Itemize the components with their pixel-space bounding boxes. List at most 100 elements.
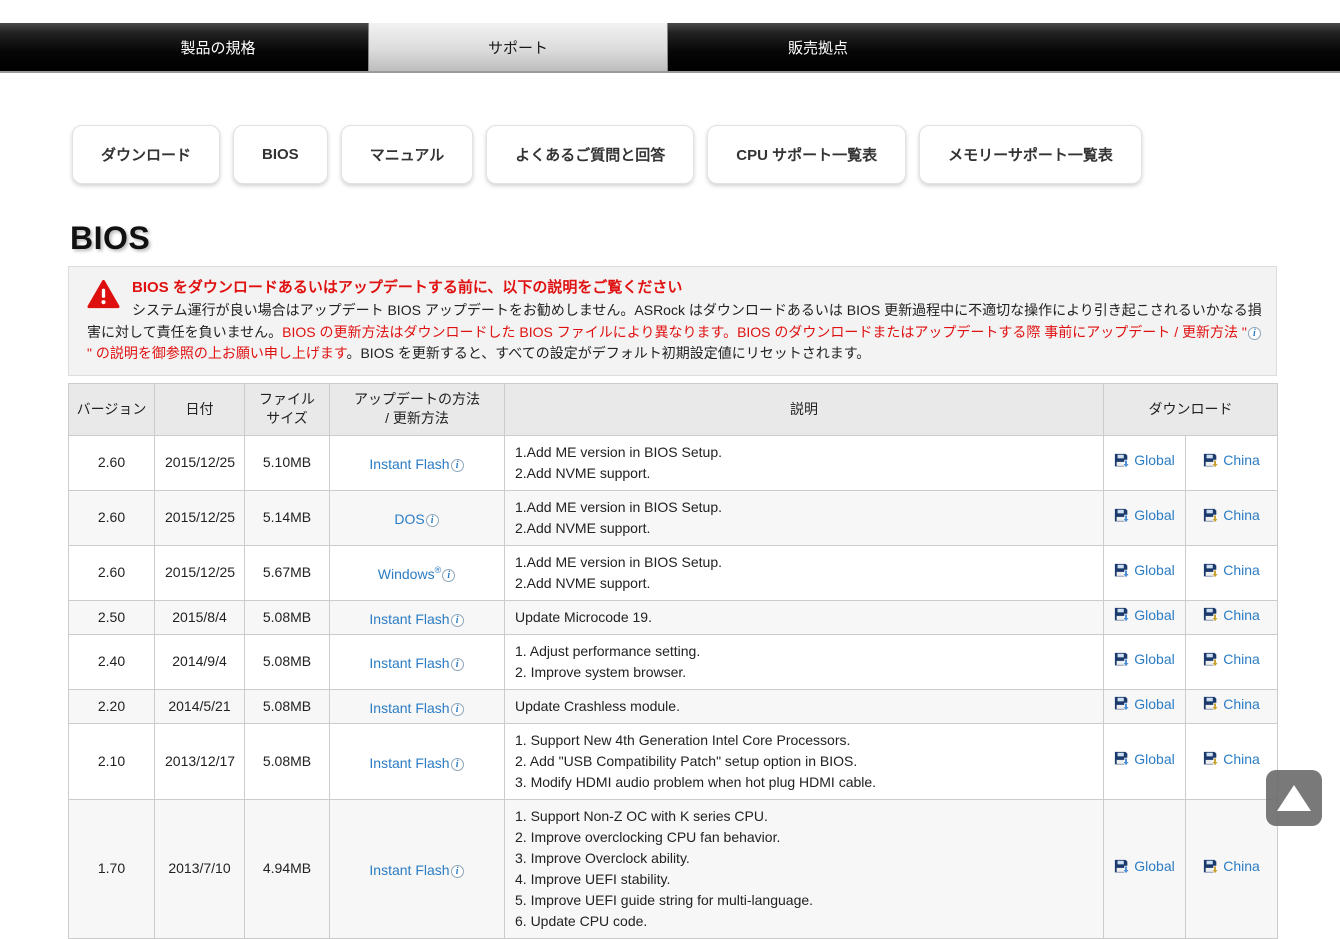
download-china-link[interactable]: China bbox=[1203, 450, 1260, 471]
header-update-method: アップデートの方法 / 更新方法 bbox=[329, 382, 505, 436]
global-download-cell: Global bbox=[1103, 434, 1186, 491]
version-cell: 2.40 bbox=[68, 633, 155, 690]
version-cell: 2.60 bbox=[68, 434, 155, 491]
update-method-link[interactable]: Instant Flash bbox=[369, 700, 449, 716]
info-icon[interactable]: i bbox=[450, 658, 464, 671]
global-link-label: Global bbox=[1134, 695, 1175, 712]
description-cell: 1. Support New 4th Generation Intel Core… bbox=[504, 722, 1104, 800]
china-link-label: China bbox=[1223, 507, 1260, 524]
method-cell: Instant Flash i bbox=[329, 633, 505, 690]
version-cell: 2.10 bbox=[68, 722, 155, 800]
info-icon[interactable]: i bbox=[450, 613, 464, 627]
update-method-link[interactable]: Instant Flash bbox=[369, 611, 449, 627]
global-download-cell: Global bbox=[1103, 599, 1186, 635]
download-global-link[interactable]: Global bbox=[1114, 749, 1175, 770]
download-global-link[interactable]: Global bbox=[1114, 856, 1175, 877]
info-icon[interactable]: i bbox=[425, 514, 439, 527]
faq-section-button[interactable]: よくあるご質問と回答 bbox=[486, 125, 695, 184]
download-china-link[interactable]: China bbox=[1203, 856, 1260, 877]
date-cell: 2014/9/4 bbox=[154, 633, 245, 690]
description-cell: Update Microcode 19. bbox=[504, 599, 1104, 635]
update-method-link[interactable]: Instant Flash bbox=[369, 655, 449, 671]
global-link-label: Global bbox=[1134, 750, 1175, 767]
china-link-label: China bbox=[1223, 695, 1260, 712]
warning-text-red-2: " の説明を御参照の上お願い申し上げます bbox=[87, 345, 347, 361]
tab-support[interactable]: サポート bbox=[368, 23, 668, 71]
download-global-link[interactable]: Global bbox=[1114, 649, 1175, 670]
global-download-cell: Global bbox=[1103, 688, 1186, 724]
china-download-cell: China bbox=[1185, 434, 1278, 491]
page-title: BIOS bbox=[70, 220, 151, 256]
download-global-link[interactable]: Global bbox=[1114, 450, 1175, 471]
download-disk-icon bbox=[1115, 752, 1131, 767]
description-cell: 1.Add ME version in BIOS Setup. 2.Add NV… bbox=[504, 434, 1104, 491]
download-section-button[interactable]: ダウンロード bbox=[72, 125, 221, 184]
date-cell: 2015/12/25 bbox=[154, 544, 245, 601]
bios-section-button[interactable]: BIOS bbox=[233, 125, 328, 184]
download-china-link[interactable]: China bbox=[1203, 505, 1260, 526]
info-icon[interactable]: i bbox=[450, 865, 464, 878]
tab-where-to-buy[interactable]: 販売拠点 bbox=[668, 23, 968, 71]
method-label: Instant Flash bbox=[369, 655, 450, 671]
date-cell: 2014/5/21 bbox=[154, 688, 245, 724]
memory-support-list-button[interactable]: メモリーサポート一覧表 bbox=[919, 125, 1142, 184]
download-china-link[interactable]: China bbox=[1203, 560, 1260, 581]
download-china-link[interactable]: China bbox=[1203, 605, 1260, 626]
update-method-link[interactable]: Instant Flash bbox=[369, 755, 449, 771]
description-cell: 1. Adjust performance setting. 2. Improv… bbox=[504, 633, 1104, 690]
size-cell: 4.94MB bbox=[244, 798, 330, 939]
download-disk-icon bbox=[1204, 697, 1220, 712]
description-cell: 1.Add ME version in BIOS Setup. 2.Add NV… bbox=[504, 489, 1104, 546]
table-row: 2.10 2013/12/17 5.08MB Instant Flash i 1.… bbox=[68, 722, 1278, 800]
manual-section-button[interactable]: マニュアル bbox=[340, 125, 474, 184]
download-china-link[interactable]: China bbox=[1203, 749, 1260, 770]
header-description: 説明 bbox=[504, 382, 1104, 436]
china-link-label: China bbox=[1223, 858, 1260, 875]
table-row: 2.60 2015/12/25 5.67MB Windows® i 1.Add M… bbox=[68, 544, 1278, 601]
global-link-label: Global bbox=[1134, 562, 1175, 579]
info-icon[interactable]: i bbox=[450, 459, 464, 472]
info-icon[interactable]: i bbox=[442, 569, 456, 582]
version-cell: 2.60 bbox=[68, 489, 155, 546]
up-arrow-icon bbox=[1277, 785, 1311, 811]
date-cell: 2013/12/17 bbox=[154, 722, 245, 800]
method-label: Instant Flash bbox=[369, 754, 450, 771]
download-global-link[interactable]: Global bbox=[1114, 505, 1175, 526]
support-button-row: ダウンロード BIOS マニュアル よくあるご質問と回答 CPU サポート一覧表… bbox=[68, 125, 1277, 184]
global-link-label: Global bbox=[1134, 507, 1175, 524]
download-disk-icon bbox=[1204, 608, 1220, 623]
warning-text-red-1: BIOS の更新方法はダウンロードした BIOS ファイルにより異なります。BI… bbox=[282, 323, 1247, 340]
scroll-to-top-button[interactable] bbox=[1266, 770, 1322, 826]
global-download-cell: Global bbox=[1103, 798, 1186, 939]
download-global-link[interactable]: Global bbox=[1114, 560, 1175, 581]
update-method-link[interactable]: DOS bbox=[394, 511, 424, 527]
info-icon[interactable]: i bbox=[1247, 326, 1261, 340]
tab-product-specs[interactable]: 製品の規格 bbox=[68, 23, 368, 71]
update-method-link[interactable]: Windows® bbox=[378, 565, 441, 582]
date-cell: 2015/8/4 bbox=[154, 599, 245, 635]
cpu-support-list-button[interactable]: CPU サポート一覧表 bbox=[707, 125, 907, 184]
china-link-label: China bbox=[1223, 750, 1260, 767]
china-link-label: China bbox=[1223, 651, 1260, 668]
table-row: 2.60 2015/12/25 5.14MB DOS i 1.Add ME ver… bbox=[68, 489, 1278, 546]
info-icon[interactable]: i bbox=[450, 702, 464, 716]
china-download-cell: China bbox=[1185, 633, 1278, 690]
download-disk-icon bbox=[1204, 859, 1220, 874]
download-china-link[interactable]: China bbox=[1203, 694, 1260, 715]
table-row: 2.20 2014/5/21 5.08MB Instant Flash i Upd… bbox=[68, 688, 1278, 724]
china-download-cell: China bbox=[1185, 544, 1278, 601]
download-global-link[interactable]: Global bbox=[1114, 694, 1175, 715]
table-row: 2.60 2015/12/25 5.10MB Instant Flash i 1.… bbox=[68, 434, 1278, 491]
method-cell: Instant Flash i bbox=[329, 599, 505, 635]
header-file-size: ファイル サイズ bbox=[244, 382, 330, 436]
download-china-link[interactable]: China bbox=[1203, 649, 1260, 670]
info-icon[interactable]: i bbox=[450, 757, 464, 771]
update-method-link[interactable]: Instant Flash bbox=[369, 862, 449, 878]
method-cell: Instant Flash i bbox=[329, 722, 505, 800]
description-cell: Update Crashless module. bbox=[504, 688, 1104, 724]
table-row: 2.50 2015/8/4 5.08MB Instant Flash i Upda… bbox=[68, 599, 1278, 635]
download-global-link[interactable]: Global bbox=[1114, 605, 1175, 626]
method-label: Instant Flash bbox=[369, 699, 450, 716]
method-cell: Windows® i bbox=[329, 544, 505, 601]
update-method-link[interactable]: Instant Flash bbox=[369, 456, 449, 472]
